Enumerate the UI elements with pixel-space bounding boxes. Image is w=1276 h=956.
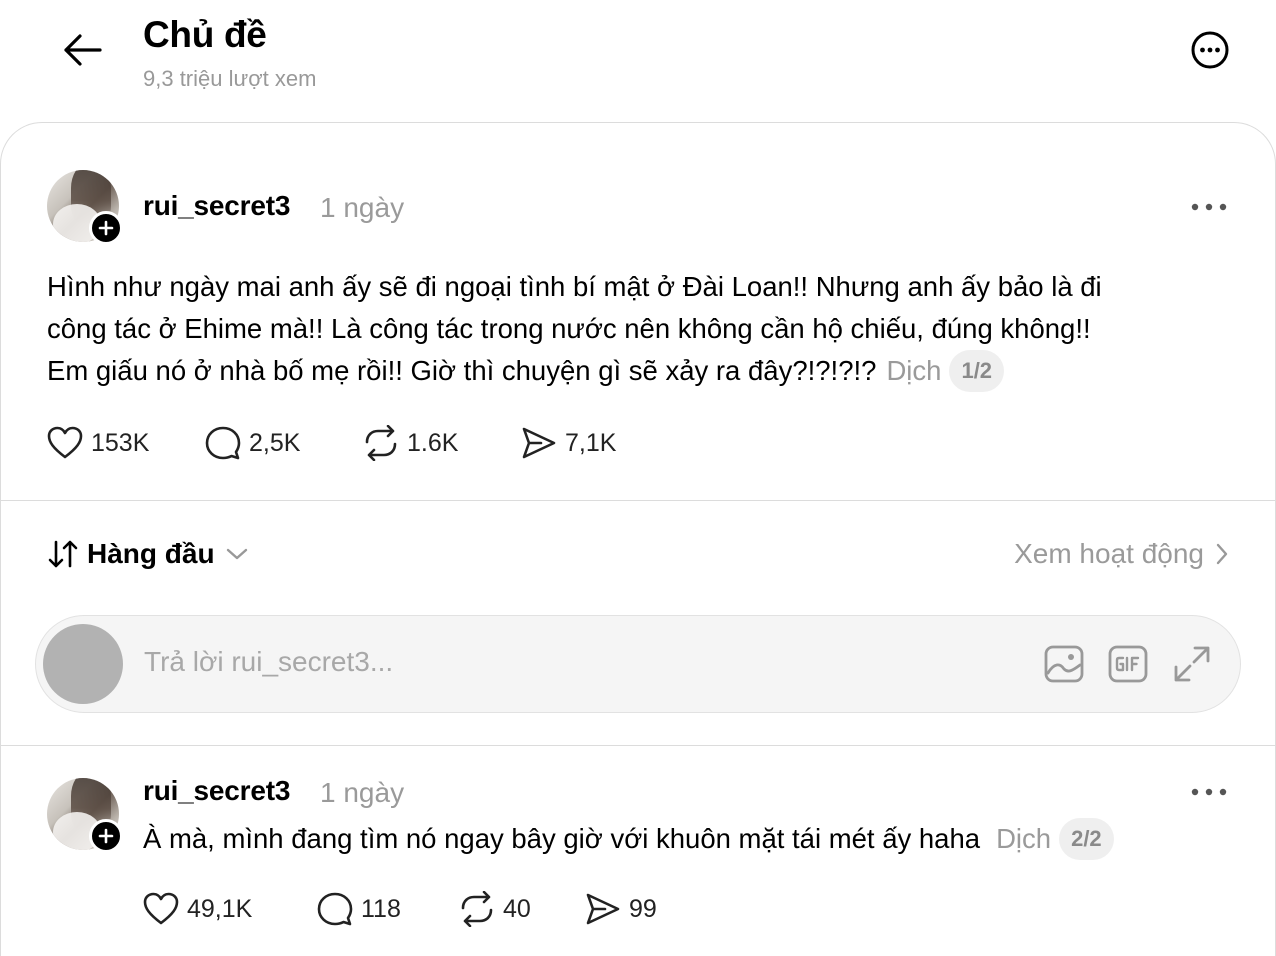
gif-icon: [1108, 645, 1148, 683]
sort-label: Hàng đầu: [87, 538, 215, 569]
heart-icon: [143, 892, 179, 925]
comment-bubble-icon: [205, 426, 241, 460]
post-text-line: công tác ở Ehime mà!! Là công tác trong …: [47, 313, 1091, 344]
heart-icon: [47, 426, 83, 459]
comment-follow-button[interactable]: [89, 819, 123, 853]
view-count: 9,3 triệu lượt xem: [143, 66, 317, 91]
like-button[interactable]: 153K: [47, 426, 205, 460]
reply-count: 118: [361, 894, 401, 923]
image-icon: [1044, 645, 1084, 683]
like-count: 49,1K: [187, 894, 253, 923]
divider: [0, 500, 1276, 501]
post-text-line: Em giấu nó ở nhà bố mẹ rồi!! Giờ thì chu…: [47, 355, 877, 386]
plus-icon: [98, 220, 114, 236]
comment-text: À mà, mình đang tìm nó ngay bây giờ với …: [143, 823, 981, 854]
repost-icon: [461, 891, 493, 927]
expand-icon: [1174, 646, 1210, 682]
comment-body: À mà, mình đang tìm nó ngay bây giờ với …: [143, 818, 1114, 860]
translate-link[interactable]: Dịch: [996, 823, 1051, 854]
thread-pager: 2/2: [1059, 818, 1114, 860]
my-avatar: [43, 624, 123, 704]
reply-button[interactable]: 118: [317, 891, 459, 927]
sort-dropdown[interactable]: Hàng đầu: [47, 538, 249, 570]
post-actions: 153K 2,5K 1.6K 7,1K: [47, 425, 616, 461]
comment-more-button[interactable]: [1187, 777, 1231, 807]
back-button[interactable]: [58, 28, 106, 72]
post-text-line: Hình như ngày mai anh ấy sẽ đi ngoại tìn…: [47, 271, 1102, 302]
follow-button[interactable]: [89, 211, 123, 245]
view-activity-link[interactable]: Xem hoạt động: [1014, 538, 1228, 570]
sort-arrows-icon: [48, 540, 78, 568]
thread-pager: 1/2: [949, 350, 1005, 392]
top-bar: Chủ đề 9,3 triệu lượt xem: [0, 0, 1276, 122]
attach-gif-button[interactable]: [1108, 644, 1148, 684]
more-horizontal-icon: [1191, 203, 1227, 211]
translate-link[interactable]: Dịch: [886, 355, 941, 386]
arrow-left-icon: [64, 34, 102, 66]
reply-count: 2,5K: [249, 428, 301, 457]
repost-count: 40: [503, 894, 531, 923]
share-button[interactable]: 99: [585, 892, 657, 926]
chevron-down-icon: [226, 548, 247, 560]
send-icon: [586, 893, 620, 925]
send-icon: [522, 427, 556, 459]
expand-composer-button[interactable]: [1172, 644, 1212, 684]
divider: [0, 745, 1276, 746]
like-button[interactable]: 49,1K: [143, 892, 317, 926]
comment-bubble-icon: [317, 892, 353, 926]
repost-icon: [365, 425, 397, 461]
page-title: Chủ đề: [143, 14, 267, 55]
post-time: 1 ngày: [320, 192, 405, 223]
repost-count: 1.6K: [407, 428, 459, 457]
repost-button[interactable]: 40: [459, 891, 585, 927]
more-horizontal-icon: [1191, 788, 1227, 796]
more-options-button[interactable]: [1186, 28, 1234, 72]
reply-input[interactable]: [144, 646, 1004, 678]
share-button[interactable]: 7,1K: [521, 426, 616, 460]
chevron-right-icon: [1216, 543, 1228, 565]
comment-actions: 49,1K 118 40 99: [143, 891, 657, 927]
comment-time: 1 ngày: [320, 777, 405, 808]
attach-image-button[interactable]: [1044, 644, 1084, 684]
post-more-button[interactable]: [1187, 192, 1231, 222]
more-circle-icon: [1191, 31, 1229, 69]
comment-username[interactable]: rui_secret3: [143, 775, 290, 807]
plus-icon: [98, 828, 114, 844]
like-count: 153K: [91, 428, 150, 457]
view-activity-label: Xem hoạt động: [1014, 538, 1204, 569]
share-count: 7,1K: [565, 428, 617, 457]
post-body: Hình như ngày mai anh ấy sẽ đi ngoại tìn…: [47, 266, 1227, 392]
reply-composer: [35, 615, 1241, 713]
post-username[interactable]: rui_secret3: [143, 190, 290, 222]
repost-button[interactable]: 1.6K: [363, 425, 521, 461]
share-count: 99: [629, 894, 657, 923]
reply-button[interactable]: 2,5K: [205, 425, 363, 461]
